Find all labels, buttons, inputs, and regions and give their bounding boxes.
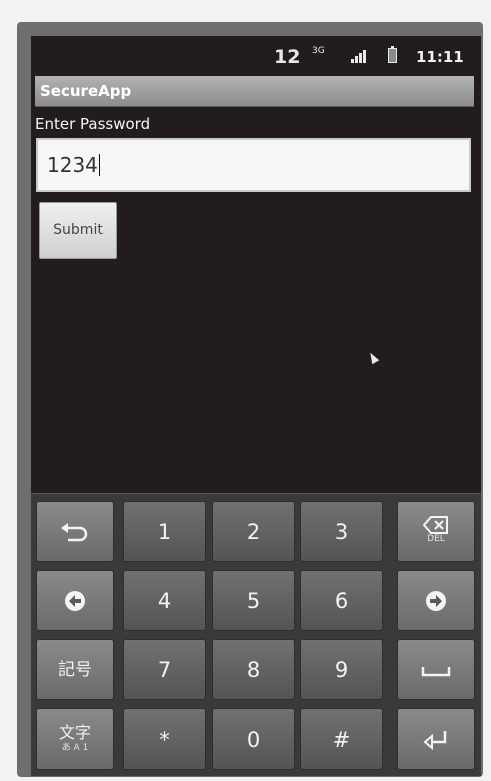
key-2-label: 2: [246, 520, 261, 544]
status-time: 11:11: [416, 48, 464, 66]
signal-icon: [351, 49, 369, 63]
password-label: Enter Password: [35, 115, 151, 133]
key-1[interactable]: 1: [123, 501, 206, 562]
key-0[interactable]: 0: [212, 708, 295, 770]
input-mode-label: 文字: [58, 723, 91, 742]
key-8[interactable]: 8: [212, 639, 295, 700]
enter-key[interactable]: [397, 708, 475, 770]
mouse-pointer-icon: [366, 350, 380, 365]
space-icon: [421, 667, 451, 677]
arrow-left-circle-icon: [65, 591, 85, 611]
password-value: 1234: [47, 153, 98, 177]
key-0-label: 0: [246, 728, 261, 752]
key-3-label: 3: [334, 520, 349, 544]
text-caret: [98, 154, 100, 176]
key-5-label: 5: [246, 589, 261, 613]
network-type-icon: 3G: [312, 46, 325, 56]
delete-key[interactable]: DEL: [397, 501, 475, 562]
key-star[interactable]: *: [123, 708, 206, 770]
key-9[interactable]: 9: [300, 639, 383, 700]
key-6[interactable]: 6: [300, 570, 383, 631]
symbols-key-label: 記号: [58, 660, 92, 680]
undo-key[interactable]: [36, 501, 114, 562]
key-7[interactable]: 7: [123, 639, 206, 700]
password-input[interactable]: 1234: [36, 138, 471, 192]
app-title-bar: SecureApp: [35, 76, 474, 107]
key-4[interactable]: 4: [123, 570, 206, 631]
key-7-label: 7: [157, 658, 172, 682]
key-2[interactable]: 2: [212, 501, 295, 562]
numeric-keyboard: 1 2 3 DEL 4 5 6 記号 7 8 9 文字 あ A 1 * 0 #: [31, 493, 481, 776]
key-9-label: 9: [334, 658, 349, 682]
key-4-label: 4: [157, 589, 172, 613]
backspace-icon: [423, 516, 448, 534]
key-3[interactable]: 3: [300, 501, 383, 562]
key-star-label: *: [159, 728, 170, 752]
submit-button[interactable]: Submit: [39, 202, 117, 259]
key-1-label: 1: [157, 520, 172, 544]
key-hash-label: #: [332, 728, 351, 752]
key-6-label: 6: [334, 589, 349, 613]
key-5[interactable]: 5: [212, 570, 295, 631]
key-8-label: 8: [246, 658, 261, 682]
cursor-right-key[interactable]: [397, 570, 475, 631]
input-mode-sublabel: あ A 1: [61, 743, 89, 753]
app-title: SecureApp: [40, 82, 132, 100]
delete-key-label: DEL: [427, 534, 445, 544]
device-screen: 12 3G 11:11 SecureApp Enter Password 123…: [31, 36, 481, 776]
key-hash[interactable]: #: [300, 708, 383, 770]
enter-icon: [423, 731, 447, 751]
status-bar: 12 3G 11:11: [31, 36, 481, 74]
notification-count: 12: [274, 46, 301, 68]
battery-icon: [388, 46, 397, 63]
input-mode-key[interactable]: 文字 あ A 1: [36, 708, 114, 770]
arrow-right-circle-icon: [426, 591, 446, 611]
space-key[interactable]: [397, 639, 475, 700]
cursor-left-key[interactable]: [36, 570, 114, 631]
undo-icon: [61, 523, 88, 542]
symbols-key[interactable]: 記号: [36, 639, 114, 700]
